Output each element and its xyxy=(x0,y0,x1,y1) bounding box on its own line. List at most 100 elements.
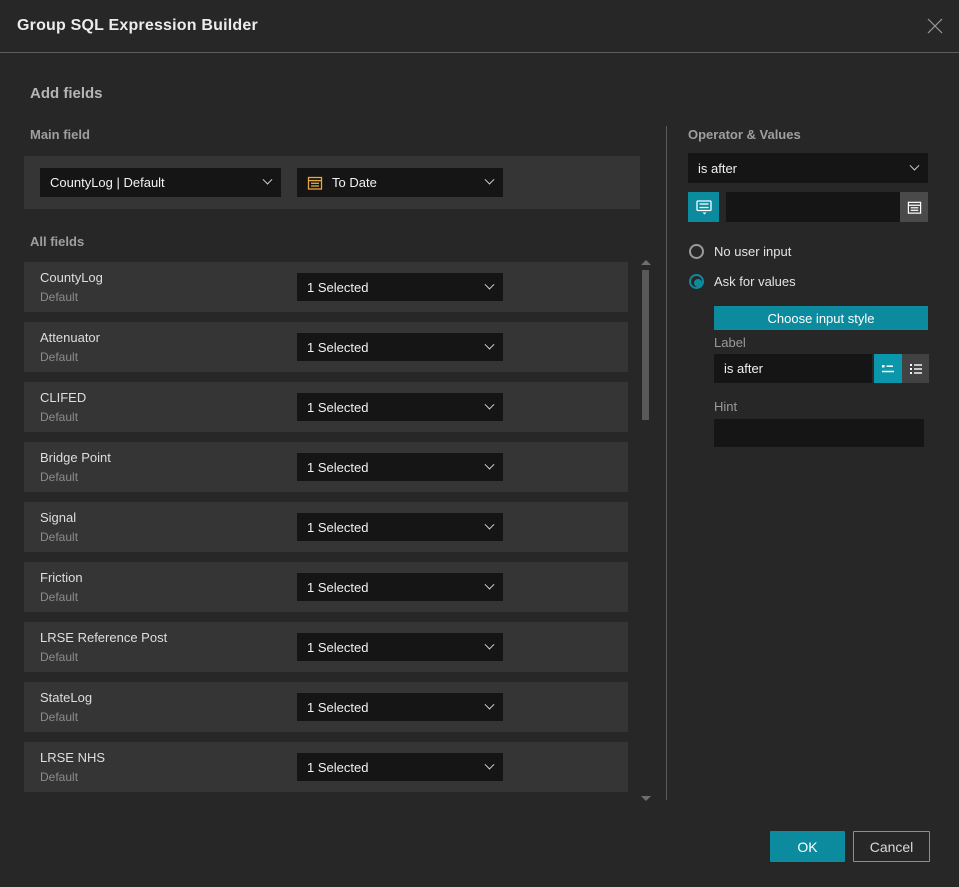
scrollbar-thumb[interactable] xyxy=(642,270,649,420)
chevron-down-icon xyxy=(484,174,495,185)
field-name: Bridge Point xyxy=(40,450,111,465)
field-values-dropdown[interactable]: 1 Selected xyxy=(297,753,503,781)
chevron-down-icon xyxy=(262,174,273,185)
calendar-icon xyxy=(907,201,921,214)
field-list-icon xyxy=(695,199,712,214)
field-values-dropdown-value: 1 Selected xyxy=(307,459,369,475)
field-values-dropdown-value: 1 Selected xyxy=(307,519,369,535)
field-row: Friction Default 1 Selected xyxy=(24,562,628,612)
field-name: Friction xyxy=(40,570,83,585)
field-values-dropdown[interactable]: 1 Selected xyxy=(297,333,503,361)
date-picker-button[interactable] xyxy=(900,192,928,222)
main-field-label: Main field xyxy=(30,127,90,142)
radio-ask-for-values[interactable]: Ask for values xyxy=(689,274,796,289)
scrollbar[interactable] xyxy=(639,256,653,805)
field-values-dropdown[interactable]: 1 Selected xyxy=(297,633,503,661)
ok-button[interactable]: OK xyxy=(770,831,845,862)
chevron-down-icon xyxy=(484,339,495,350)
chevron-down-icon xyxy=(484,759,495,770)
close-icon[interactable] xyxy=(925,16,945,36)
field-row: Attenuator Default 1 Selected xyxy=(24,322,628,372)
single-line-input-button[interactable] xyxy=(874,354,902,383)
all-fields-label: All fields xyxy=(30,234,85,249)
title-separator xyxy=(0,52,959,53)
field-values-dropdown-value: 1 Selected xyxy=(307,399,369,415)
date-type-dropdown-value: To Date xyxy=(332,175,377,190)
title-bar: Group SQL Expression Builder xyxy=(0,0,959,52)
field-row: CLIFED Default 1 Selected xyxy=(24,382,628,432)
field-name: CountyLog xyxy=(40,270,103,285)
scroll-up-arrow-icon[interactable] xyxy=(641,260,651,265)
choose-input-style-button[interactable]: Choose input style xyxy=(714,306,928,330)
field-row: LRSE Reference Post Default 1 Selected xyxy=(24,622,628,672)
field-subtitle: Default xyxy=(40,290,79,304)
field-subtitle: Default xyxy=(40,470,79,484)
dialog-title: Group SQL Expression Builder xyxy=(17,17,258,34)
bullet-list-icon xyxy=(909,363,922,374)
hint-input[interactable] xyxy=(714,419,924,447)
chevron-down-icon xyxy=(484,639,495,650)
field-subtitle: Default xyxy=(40,710,79,724)
date-value-field xyxy=(726,192,928,222)
chevron-down-icon xyxy=(484,279,495,290)
field-row: CountyLog Default 1 Selected xyxy=(24,262,628,312)
field-values-dropdown-value: 1 Selected xyxy=(307,579,369,595)
field-subtitle: Default xyxy=(40,530,79,544)
radio-circle-checked-icon xyxy=(689,274,704,289)
operator-dropdown-value: is after xyxy=(698,160,738,176)
chevron-down-icon xyxy=(909,160,920,171)
field-row: Bridge Point Default 1 Selected xyxy=(24,442,628,492)
scroll-down-arrow-icon[interactable] xyxy=(641,796,651,801)
chevron-down-icon xyxy=(484,399,495,410)
field-values-dropdown[interactable]: 1 Selected xyxy=(297,453,503,481)
field-subtitle: Default xyxy=(40,650,79,664)
chevron-down-icon xyxy=(484,579,495,590)
radio-no-user-input[interactable]: No user input xyxy=(689,244,791,259)
radio-no-user-input-label: No user input xyxy=(714,244,792,259)
operator-dropdown[interactable]: is after xyxy=(688,153,928,183)
add-fields-heading: Add fields xyxy=(30,85,103,102)
chevron-down-icon xyxy=(484,699,495,710)
main-field-dropdown-value: CountyLog | Default xyxy=(50,175,165,190)
label-input[interactable] xyxy=(714,354,872,383)
field-subtitle: Default xyxy=(40,410,79,424)
chevron-down-icon xyxy=(484,519,495,530)
panel-divider xyxy=(666,126,667,800)
main-field-dropdown[interactable]: CountyLog | Default xyxy=(40,168,281,197)
field-name: Attenuator xyxy=(40,330,100,345)
field-name: CLIFED xyxy=(40,390,87,405)
hint-caption: Hint xyxy=(714,399,738,414)
field-values-dropdown[interactable]: 1 Selected xyxy=(297,573,503,601)
field-name: StateLog xyxy=(40,690,93,705)
field-values-dropdown-value: 1 Selected xyxy=(307,279,369,295)
radio-circle-icon xyxy=(689,244,704,259)
field-row: StateLog Default 1 Selected xyxy=(24,682,628,732)
field-name: LRSE Reference Post xyxy=(40,630,168,645)
field-row: LRSE NHS Default 1 Selected xyxy=(24,742,628,792)
field-values-dropdown[interactable]: 1 Selected xyxy=(297,273,503,301)
field-name: LRSE NHS xyxy=(40,750,106,765)
field-values-dropdown-value: 1 Selected xyxy=(307,339,369,355)
chevron-down-icon xyxy=(484,459,495,470)
field-subtitle: Default xyxy=(40,350,79,364)
set-from-field-button[interactable] xyxy=(688,192,719,222)
field-values-dropdown-value: 1 Selected xyxy=(307,699,369,715)
field-row: Signal Default 1 Selected xyxy=(24,502,628,552)
field-values-dropdown[interactable]: 1 Selected xyxy=(297,393,503,421)
align-left-icon xyxy=(882,364,894,372)
field-values-dropdown-value: 1 Selected xyxy=(307,639,369,655)
list-input-button[interactable] xyxy=(902,354,929,383)
field-name: Signal xyxy=(40,510,77,525)
date-type-dropdown[interactable]: To Date xyxy=(297,168,503,197)
main-field-panel: CountyLog | Default To Date xyxy=(24,156,640,209)
field-subtitle: Default xyxy=(40,770,79,784)
calendar-icon xyxy=(307,175,323,191)
date-value-input[interactable] xyxy=(726,192,928,222)
field-values-dropdown[interactable]: 1 Selected xyxy=(297,693,503,721)
field-subtitle: Default xyxy=(40,590,79,604)
label-caption: Label xyxy=(714,335,746,350)
operator-values-heading: Operator & Values xyxy=(688,127,801,142)
cancel-button[interactable]: Cancel xyxy=(853,831,930,862)
field-values-dropdown-value: 1 Selected xyxy=(307,759,369,775)
field-values-dropdown[interactable]: 1 Selected xyxy=(297,513,503,541)
